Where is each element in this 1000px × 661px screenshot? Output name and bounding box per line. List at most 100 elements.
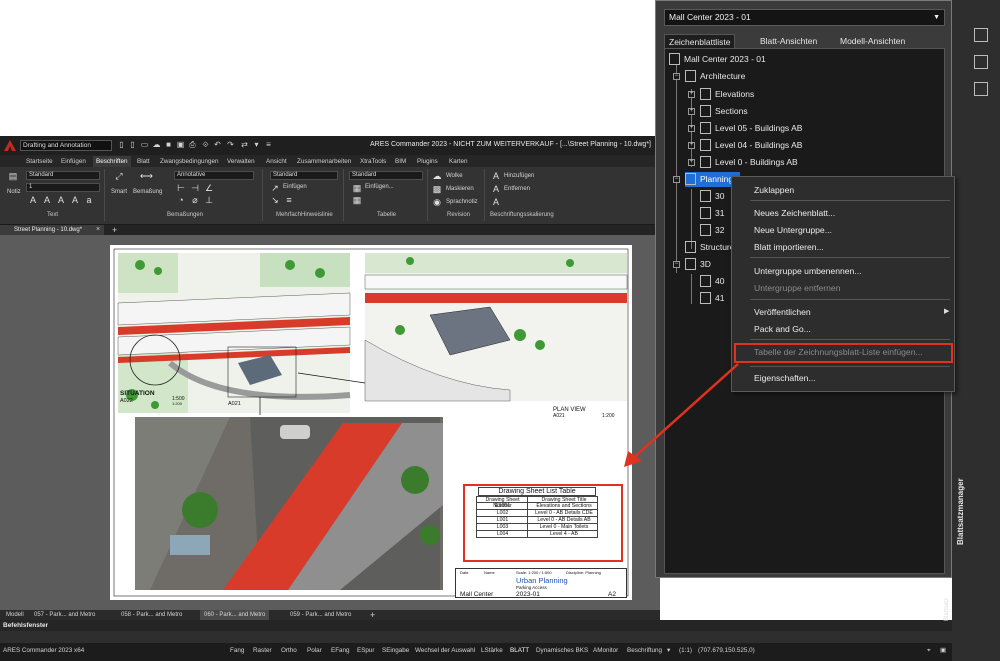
tab-zeichenblattliste[interactable]: Zeichenblattliste (664, 34, 736, 48)
menu-pack-and-go[interactable]: Pack and Go... (754, 324, 811, 334)
add-document-button[interactable]: + (112, 225, 117, 235)
text-find-icon[interactable]: A (70, 195, 80, 205)
tree-level05[interactable]: Level 05 - Buildings AB (700, 121, 802, 136)
layers-icon[interactable] (974, 28, 988, 42)
entfernen-label[interactable]: Entfernen (504, 186, 530, 192)
dim-baseline-icon[interactable]: ⊥ (204, 195, 214, 205)
tab-layout-058[interactable]: 058 - Park... and Metro (117, 610, 186, 620)
tab-layout-057[interactable]: 057 - Park... and Metro (30, 610, 99, 620)
sheet-set-combo[interactable]: Mall Center 2023 - 01 ▼ (664, 9, 945, 26)
menu-neues-zeichenblatt[interactable]: Neues Zeichenblatt... (754, 208, 835, 218)
status-auswahl[interactable]: Wechsel der Auswahl (415, 647, 475, 654)
dim-linear-icon[interactable]: ⊢ (176, 183, 186, 193)
expand-toggle[interactable]: + (688, 159, 695, 166)
status-espur[interactable]: ESpur (357, 647, 375, 654)
text-align-icon[interactable]: A (42, 195, 52, 205)
multileader-add-label[interactable]: Einfügen (283, 184, 307, 190)
text-format-icon[interactable]: A (28, 195, 38, 205)
multileader-add-icon[interactable]: ↗ (270, 183, 280, 193)
status-seingabe[interactable]: SEingabe (382, 647, 409, 654)
close-icon[interactable]: × (96, 225, 100, 235)
undo-icon[interactable]: ↶ (213, 140, 222, 150)
tab-layout-060[interactable]: 060 - Park... and Metro (200, 610, 270, 620)
open-folder-icon[interactable]: ▭ (140, 140, 149, 150)
chevron-down-icon[interactable]: ▼ (933, 10, 940, 25)
multileader-remove-icon[interactable]: ↘ (270, 195, 280, 205)
menu-veroeffentlichen[interactable]: Veröffentlichen (754, 307, 811, 317)
tab-ansicht[interactable]: Ansicht (266, 156, 287, 167)
dim-radius-icon[interactable]: ◔ (176, 195, 186, 205)
expand-toggle[interactable]: + (688, 142, 695, 149)
multileader-align-icon[interactable]: ≡ (284, 195, 294, 205)
dim-aligned-icon[interactable]: ⊣ (190, 183, 200, 193)
text-edit-icon[interactable]: A (56, 195, 66, 205)
tab-modell-ansichten[interactable]: Modell-Ansichten (840, 34, 905, 48)
tab-bim[interactable]: BIM (395, 156, 406, 167)
cloud-icon[interactable]: ☁ (432, 171, 442, 181)
expand-toggle[interactable]: + (688, 91, 695, 98)
collapse-toggle[interactable]: − (673, 73, 680, 80)
expand-toggle[interactable]: + (688, 125, 695, 132)
tree-root[interactable]: Mall Center 2023 - 01 (669, 52, 766, 67)
tree-elevations[interactable]: Elevations (700, 87, 754, 102)
annotative-combo[interactable]: Annotative (174, 171, 254, 180)
redo-icon[interactable]: ↷ (226, 140, 235, 150)
status-fang[interactable]: Fang (230, 647, 244, 654)
text-height-combo[interactable]: 1 (26, 183, 100, 192)
tab-beschriften[interactable]: Beschriften (93, 156, 131, 167)
menu-untergruppe-umbenennen[interactable]: Untergruppe umbenennen... (754, 266, 862, 276)
menu-zuklappen[interactable]: Zuklappen (754, 185, 794, 195)
status-polar[interactable]: Polar (307, 647, 322, 654)
folder-icon[interactable] (974, 82, 988, 96)
tree-sheet-31[interactable]: 31 (700, 206, 724, 221)
tab-karten[interactable]: Karten (449, 156, 468, 167)
drawing-area[interactable]: SITUATION A022 1:500 1:200 A021 PLAN VIE… (0, 235, 660, 610)
tree-level04[interactable]: Level 04 - Buildings AB (700, 138, 802, 153)
text-check-icon[interactable]: a (84, 195, 94, 205)
document-tab[interactable]: Street Planning - 10.dwg* (0, 225, 104, 235)
tab-einfuegen[interactable]: Einfügen (61, 156, 86, 167)
scale-sync-icon[interactable]: A (491, 197, 501, 207)
collapse-toggle[interactable]: − (673, 261, 680, 268)
table-insert-label[interactable]: Einfügen... (365, 184, 394, 190)
table-link-icon[interactable]: ▦ (352, 195, 362, 205)
status-amonitor[interactable]: AMonitor (593, 647, 618, 654)
workspace-combo[interactable]: Drafting and Annotation (20, 140, 112, 151)
expand-toggle[interactable]: + (688, 108, 695, 115)
menu-eigenschaften[interactable]: Eigenschaften... (754, 373, 816, 383)
new-template-icon[interactable]: ▯ (128, 140, 137, 150)
properties-icon[interactable]: ⇄ (240, 140, 249, 150)
sprachnotiz-label[interactable]: Sprachnotiz (446, 199, 478, 205)
status-raster[interactable]: Raster (253, 647, 272, 654)
tab-modell[interactable]: Modell (2, 610, 28, 620)
tab-layout-059[interactable]: 059 - Park... and Metro (286, 610, 355, 620)
tree-sheet-40[interactable]: 40 (700, 274, 724, 289)
smart-dim-icon[interactable]: ⤢ (114, 171, 124, 181)
maskieren-label[interactable]: Maskieren (446, 186, 474, 192)
table-style-combo[interactable]: Standard (349, 171, 423, 180)
share-icon[interactable]: ⟐ (201, 140, 210, 150)
status-lstaerke[interactable]: LStärke (481, 647, 503, 654)
tab-blatt-ansichten[interactable]: Blatt-Ansichten (760, 34, 817, 48)
layer-icon[interactable]: ≡ (264, 140, 273, 150)
mask-icon[interactable]: ▩ (432, 184, 442, 194)
scale-remove-icon[interactable]: A (491, 184, 501, 194)
hinzufuegen-label[interactable]: Hinzufügen (504, 173, 534, 179)
voice-note-icon[interactable]: ◉ (432, 197, 442, 207)
note-icon[interactable]: ▤ (8, 171, 18, 181)
wolke-label[interactable]: Wolke (446, 173, 463, 179)
tree-level0[interactable]: Level 0 - Buildings AB (700, 155, 798, 170)
tree-sheet-30[interactable]: 30 (700, 189, 724, 204)
tab-zwangsbedingungen[interactable]: Zwangsbedingungen (160, 156, 218, 167)
command-input[interactable] (0, 631, 660, 643)
status-efang[interactable]: EFang (331, 647, 350, 654)
dim-angular-icon[interactable]: ∠ (204, 183, 214, 193)
print-icon[interactable]: ⎙ (188, 140, 197, 150)
tree-sheet-32[interactable]: 32 (700, 223, 724, 238)
new-file-icon[interactable]: ▯ (117, 140, 126, 150)
menu-blatt-importieren[interactable]: Blatt importieren... (754, 242, 824, 252)
add-layout-button[interactable]: + (366, 610, 379, 620)
menu-neue-untergruppe[interactable]: Neue Untergruppe... (754, 225, 832, 235)
tree-sheet-41[interactable]: 41 (700, 291, 724, 306)
status-dyn-bks[interactable]: Dynamisches BKS (536, 647, 588, 654)
